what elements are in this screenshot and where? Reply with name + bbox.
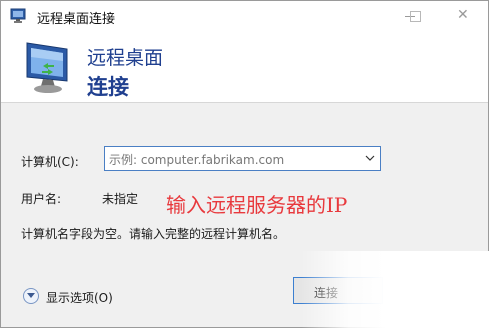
close-button[interactable]: ✕ <box>439 1 488 31</box>
computer-label: 计算机(C): <box>21 155 79 169</box>
show-options-link[interactable]: 显示选项(O) <box>46 289 113 306</box>
close-icon: ✕ <box>457 7 469 23</box>
header-title-line2: 连接 <box>87 75 129 99</box>
remote-desktop-window: 远程桌面连接 ✕ 远程桌面 连接 计算机(C): 示例: computer.fa… <box>0 0 489 328</box>
info-message: 计算机名字段为空。请输入完整的远程计算机名。 <box>21 227 286 241</box>
dialog-header: 远程桌面 连接 <box>1 31 488 103</box>
username-label: 用户名: <box>21 192 62 206</box>
chevron-down-icon[interactable] <box>365 154 375 162</box>
window-title: 远程桌面连接 <box>37 12 116 27</box>
chevron-down-circle-icon[interactable] <box>23 288 39 304</box>
username-value: 未指定 <box>102 192 139 206</box>
remote-desktop-icon <box>10 8 26 23</box>
monitor-icon <box>26 42 68 93</box>
fade-overlay <box>301 251 489 328</box>
ip-annotation: 输入远程服务器的IP <box>166 193 348 217</box>
header-title-line1: 远程桌面 <box>87 47 164 69</box>
computer-input-placeholder[interactable]: 示例: computer.fabrikam.com <box>109 151 284 168</box>
title-bar: 远程桌面连接 ✕ <box>1 1 488 31</box>
computer-combobox[interactable]: 示例: computer.fabrikam.com <box>104 146 381 171</box>
